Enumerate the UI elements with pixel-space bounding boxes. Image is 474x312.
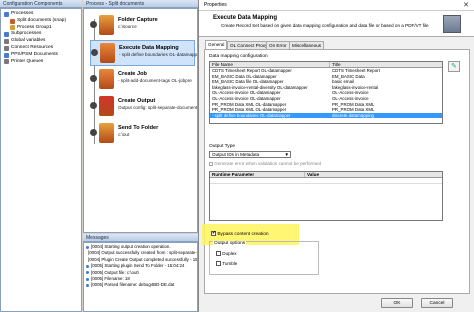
output-type-label: Output Type: [209, 144, 236, 149]
step-title: Execute Data Mapping: [119, 45, 179, 51]
validate-checkbox[interactable]: [209, 161, 213, 166]
step-plugin-icon: [100, 43, 115, 63]
step-subtitle: c:\source: [118, 24, 137, 29]
info-icon: [86, 284, 89, 288]
config-tree: Processes Split documents (snap) Process G…: [0, 8, 82, 312]
tree-item[interactable]: Processes: [1, 11, 33, 18]
col-header-title[interactable]: Title: [330, 62, 442, 67]
ok-button[interactable]: OK: [381, 298, 413, 308]
tab-on-error[interactable]: On Error: [266, 41, 290, 49]
general-tab-panel: Data mapping configuration File Name Tit…: [202, 49, 470, 294]
step-title: Create Job: [118, 71, 147, 77]
properties-window: Properties ✕ Execute Data Mapping Create…: [198, 0, 474, 312]
messages-panel-title: Messages: [83, 234, 198, 242]
params-empty-row: [210, 178, 442, 184]
step-number: [90, 129, 97, 136]
bypass-checkbox[interactable]: ✔: [211, 230, 217, 236]
tree-item[interactable]: Printer Queues: [1, 59, 43, 66]
folder-icon: [4, 11, 9, 17]
col-header-value[interactable]: Value: [305, 172, 442, 177]
folder-icon: [4, 32, 9, 38]
duplex-checkbox[interactable]: [216, 251, 221, 257]
step-number: [90, 102, 97, 109]
step-title: Folder Capture: [118, 17, 158, 23]
table-row[interactable]: - split define boundaries OL-datamapper d…: [210, 112, 442, 119]
tree-item-label: PPS/PSM Documents: [11, 51, 58, 57]
folder-icon: [10, 18, 15, 24]
message-text: [0005] Parsed filename: debug4BD-DE.dat: [91, 282, 175, 288]
step-title: Create Output: [118, 98, 156, 104]
folder-icon: [4, 39, 9, 45]
runtime-params-grid[interactable]: Runtime Parameter Value: [209, 171, 443, 221]
messages-panel[interactable]: [0004] Starting output creation operatio…: [83, 242, 198, 312]
tree-item[interactable]: Global variables: [1, 38, 45, 45]
cancel-button[interactable]: Cancel: [421, 298, 453, 308]
tab-miscellaneous[interactable]: Miscellaneous: [289, 41, 325, 49]
tree-item-label: Global variables: [11, 38, 46, 44]
process-step[interactable]: Create Output Output config: split-separa…: [90, 94, 198, 120]
folder-icon: [4, 59, 9, 65]
col-header-runtime-parameter[interactable]: Runtime Parameter: [210, 172, 305, 177]
info-icon: [86, 271, 89, 275]
tumble-row[interactable]: Tumble: [216, 261, 237, 267]
folder-icon: [10, 25, 15, 31]
chevron-down-icon: ▼: [284, 152, 289, 157]
step-plugin-icon: [99, 15, 114, 35]
step-subtitle: - split-add-document-tags OL-jobpre: [118, 78, 192, 83]
step-title: Send To Folder: [118, 125, 159, 131]
process-step[interactable]: Folder Capture c:\source: [90, 13, 195, 39]
tumble-checkbox[interactable]: [216, 261, 221, 267]
message-line: [0005] Parsed filename: debug4BD-DE.dat: [86, 282, 195, 288]
checkmark-icon: ✔: [212, 230, 217, 236]
step-plugin-icon: [99, 96, 114, 116]
step-subtitle: c:\out: [118, 132, 130, 137]
config-panel-title: Configuration Components: [0, 0, 82, 8]
validate-checkbox-row[interactable]: Generate error when validation cannot be…: [209, 161, 321, 166]
add-icon: ✎: [451, 63, 457, 70]
output-options-group: Output options Duplex Tumble: [209, 241, 319, 275]
tree-item-label: Processes: [11, 11, 34, 16]
bypass-checkbox-row[interactable]: ✔ Bypass content creation: [211, 230, 269, 237]
output-options-label: Output options: [213, 241, 247, 246]
mapping-config-label: Data mapping configuration: [209, 54, 268, 59]
step-plugin-icon: [99, 69, 114, 89]
step-number: [91, 49, 98, 56]
mapping-config-table[interactable]: File Name Title CDTS Timesheet Report OL…: [209, 61, 443, 124]
step-number: [90, 21, 97, 28]
process-step[interactable]: Execute Data Mapping - split define bound…: [90, 40, 198, 66]
header-description: Create Record Set based on given data ma…: [221, 23, 429, 28]
properties-header: Execute Data Mapping Create Record Set b…: [199, 11, 474, 37]
col-header-file-name[interactable]: File Name: [210, 62, 330, 67]
step-subtitle: - split define boundaries OL-datamapper: [119, 52, 198, 57]
process-canvas: Folder Capture c:\source Execute Data Mapp…: [83, 8, 198, 233]
info-icon: [86, 245, 89, 249]
process-step[interactable]: Send To Folder c:\out: [90, 121, 195, 147]
tab-general[interactable]: General: [205, 40, 228, 49]
header-title: Execute Data Mapping: [213, 15, 278, 21]
tree-item-label: Connect Resources: [11, 45, 54, 50]
plugin-icon: [443, 15, 461, 33]
process-panel-title: Process - Split documents: [83, 0, 198, 8]
tab-ol-connect-proxy[interactable]: OL Connect Proxy: [227, 41, 271, 49]
tree-item-label: Split documents (snap): [17, 17, 67, 23]
output-type-select[interactable]: Output IDs in Metadata ▼: [209, 151, 291, 158]
duplex-row[interactable]: Duplex: [216, 251, 237, 257]
process-step[interactable]: Create Job - split-add-document-tags OL-j…: [90, 67, 195, 93]
info-icon: [86, 277, 89, 281]
step-plugin-icon: [99, 123, 114, 143]
step-subtitle: Output config: split-separate-documents …: [118, 105, 198, 110]
tree-item-label: Printer Queues: [11, 58, 44, 64]
browse-config-button[interactable]: ✎: [448, 61, 460, 72]
cell-title: discrete datamapping: [330, 112, 442, 119]
folder-icon: [4, 45, 9, 51]
step-number: [90, 75, 97, 82]
info-icon: [86, 264, 89, 268]
cell-file-name: - split define boundaries OL-datamapper: [210, 112, 330, 119]
tree-item[interactable]: Connect Resources: [1, 45, 53, 52]
folder-icon: [4, 52, 9, 58]
tree-item[interactable]: PPS/PSM Documents: [1, 52, 58, 59]
tree-item[interactable]: Split documents (snap): [1, 18, 66, 25]
properties-titlebar: Properties ✕: [199, 0, 474, 11]
close-icon[interactable]: ✕: [463, 1, 469, 9]
